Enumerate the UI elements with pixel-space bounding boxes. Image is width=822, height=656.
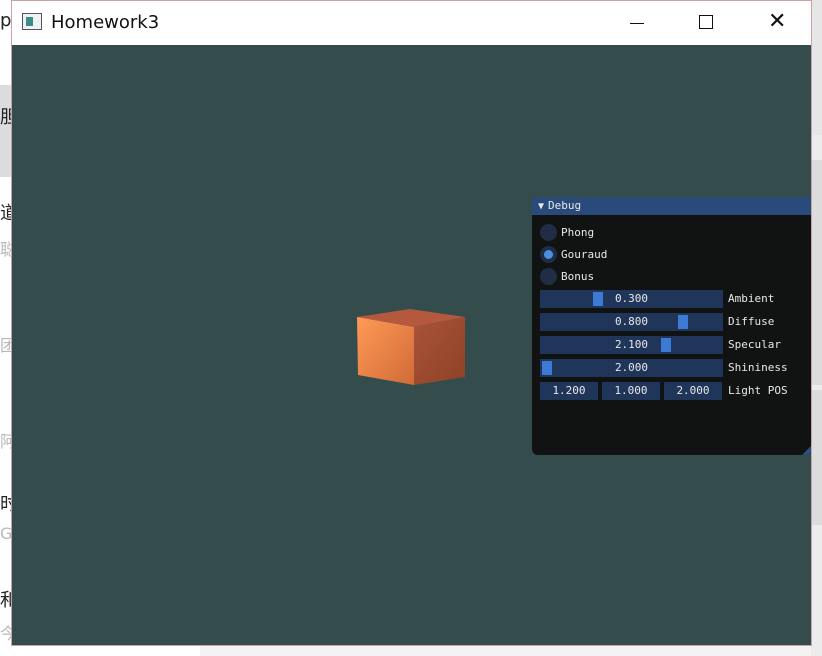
resize-grip-icon[interactable]: [802, 445, 811, 455]
window-title: Homework3: [51, 12, 160, 33]
radio-button-selected[interactable]: [540, 246, 557, 263]
slider-value: 0.300: [614, 292, 649, 305]
diffuse-slider[interactable]: 0.800: [540, 313, 723, 331]
cube-side-face: [414, 317, 465, 385]
light-pos-x-field[interactable]: 1.200: [540, 382, 598, 400]
slider-label: Diffuse: [728, 315, 775, 328]
slider-value: 2.100: [614, 338, 649, 351]
debug-panel-header[interactable]: ▼ Debug: [532, 197, 811, 216]
specular-slider[interactable]: 2.100: [540, 336, 723, 354]
collapse-triangle-icon[interactable]: ▼: [538, 198, 544, 216]
debug-panel-title: Debug: [548, 199, 582, 212]
radio-label: Bonus: [561, 270, 595, 283]
light-pos-label: Light POS: [728, 384, 788, 397]
debug-panel: ▼ Debug Phong Gouraud Bonus 0.300 Ambient: [532, 197, 811, 455]
shininess-slider[interactable]: 2.000: [540, 359, 723, 377]
slider-value: 2.000: [614, 361, 649, 374]
radio-label: Gouraud: [561, 248, 608, 261]
slider-label: Specular: [728, 338, 781, 351]
light-pos-z-field[interactable]: 2.000: [664, 382, 722, 400]
radio-label: Phong: [561, 226, 595, 239]
cube-front-face: [357, 317, 414, 385]
slider-value: 0.800: [614, 315, 649, 328]
cube-model: [357, 309, 465, 385]
title-bar[interactable]: Homework3 ✕: [12, 1, 811, 45]
ambient-slider[interactable]: 0.300: [540, 290, 723, 308]
slider-label: Shininess: [728, 361, 788, 374]
render-viewport[interactable]: ▼ Debug Phong Gouraud Bonus 0.300 Ambient: [12, 45, 811, 645]
close-icon: ✕: [768, 9, 787, 34]
minimize-button[interactable]: [614, 1, 660, 45]
light-pos-y-field[interactable]: 1.000: [602, 382, 660, 400]
maximize-icon: [699, 15, 713, 29]
background-window-bottom: [0, 645, 200, 656]
background-window-right: [811, 0, 822, 656]
app-window-icon: [22, 13, 42, 30]
minimize-icon: [630, 23, 644, 24]
app-window: Homework3 ✕ ▼ Debug Phong Gouraud Bonus …: [11, 0, 812, 646]
close-button[interactable]: ✕: [754, 1, 800, 45]
radio-button[interactable]: [540, 224, 557, 241]
radio-button[interactable]: [540, 268, 557, 285]
slider-label: Ambient: [728, 292, 775, 305]
maximize-button[interactable]: [683, 1, 729, 45]
